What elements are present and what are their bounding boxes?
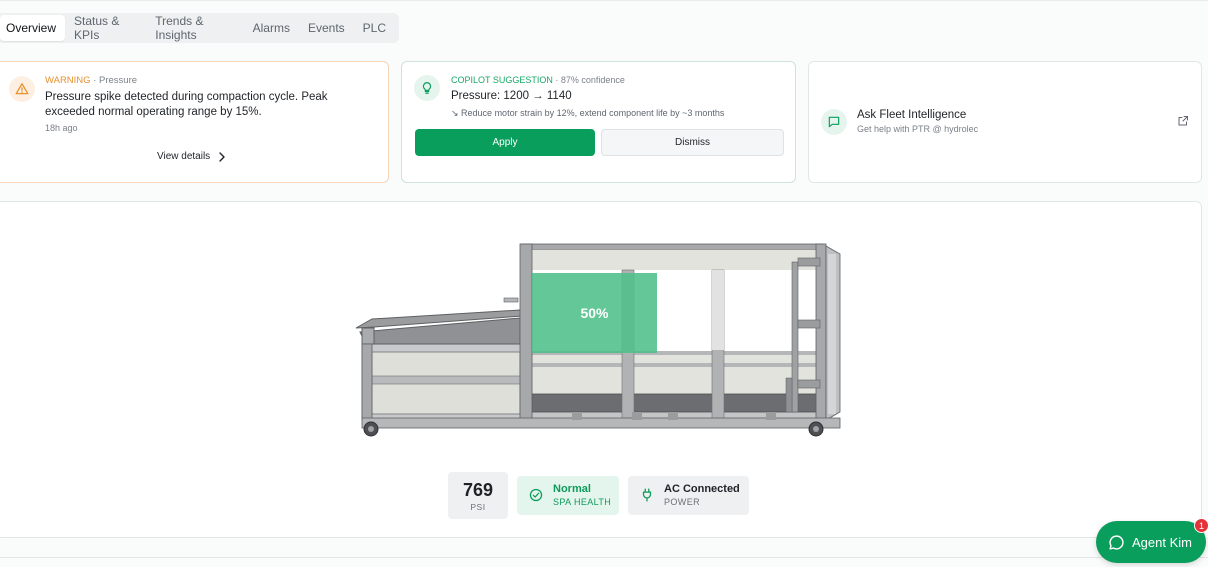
tab-status-kpis[interactable]: Status & KPIs: [65, 14, 146, 42]
copilot-label: COPILOT SUGGESTION: [451, 75, 553, 85]
compactor-main-post: [519, 243, 533, 421]
warning-level: WARNING: [45, 75, 91, 86]
top-divider: [0, 0, 1208, 1]
compactor-hydraulic-rod: [791, 261, 799, 413]
compactor-post-3: [712, 270, 724, 350]
notification-badge: 1: [1194, 518, 1208, 533]
bottom-panel-edge: [0, 557, 1208, 567]
compactor-foot-1: [572, 412, 582, 420]
pressure-value: 769: [462, 480, 494, 500]
compactor-foot-3: [668, 412, 678, 420]
warning-message: Pressure spike detected during compactio…: [45, 91, 328, 118]
compactor-right-post: [815, 243, 827, 421]
warning-time: 18h ago: [45, 123, 78, 133]
tab-alarms[interactable]: Alarms: [244, 15, 299, 41]
view-details-label: View details: [157, 151, 211, 162]
warning-header: WARNING · Pressure: [45, 75, 137, 86]
fleet-title: Ask Fleet Intelligence: [857, 109, 967, 121]
compactor-hinge-2: [797, 319, 821, 329]
compactor-left-post: [361, 343, 373, 421]
compactor-hinge-3: [797, 379, 821, 389]
compactor-lower-rail: [532, 363, 818, 367]
compactor-wheel-right-hub: [813, 426, 819, 432]
compactor-left-rail: [371, 375, 521, 385]
fleet-subtitle: Get help with PTR @ hydrolec: [857, 124, 979, 134]
plug-icon: [642, 488, 652, 502]
agent-chat-button[interactable]: Agent Kim: [1096, 521, 1206, 563]
power-stat: AC Connected POWER: [628, 476, 749, 515]
tab-trends-insights[interactable]: Trends & Insights: [146, 14, 243, 42]
check-circle-icon: [529, 488, 543, 502]
dismiss-button[interactable]: Dismiss: [601, 129, 784, 156]
pressure-stat: 769 PSI: [448, 472, 508, 519]
compactor-diagram: 50%: [355, 243, 841, 437]
warning-triangle-icon: [9, 76, 35, 102]
warning-card: WARNING · Pressure Pressure spike detect…: [0, 61, 389, 183]
tab-overview[interactable]: Overview: [0, 15, 66, 41]
copilot-header: COPILOT SUGGESTION · 87% confidence: [451, 75, 625, 85]
compactor-door-inner: [828, 254, 836, 414]
compactor-upper-band: [532, 250, 818, 270]
warning-category: · Pressure: [93, 75, 138, 86]
copilot-suggestion-card: COPILOT SUGGESTION · 87% confidence Pres…: [401, 61, 796, 183]
lightbulb-icon: [414, 75, 440, 101]
agent-label: Agent Kim: [1132, 534, 1192, 550]
tab-plc[interactable]: PLC: [354, 15, 395, 41]
tab-events[interactable]: Events: [299, 15, 354, 41]
pressure-unit: PSI: [470, 502, 486, 512]
copilot-detail: ↘ Reduce motor strain by 12%, extend com…: [451, 108, 725, 118]
fleet-intelligence-card[interactable]: Ask Fleet Intelligence Get help with PTR…: [808, 61, 1202, 183]
compactor-top-rail: [521, 243, 823, 251]
compactor-hinge-1: [797, 257, 821, 267]
external-link-icon[interactable]: [1177, 115, 1189, 127]
power-label: POWER: [664, 497, 701, 507]
spa-health-stat: Normal SPA HEALTH: [517, 476, 619, 515]
view-details-link[interactable]: View details: [157, 151, 226, 162]
spa-health-value: Normal: [553, 483, 591, 495]
copilot-title: Pressure: 1200 → 1140: [451, 90, 572, 102]
spa-health-label: SPA HEALTH: [553, 497, 612, 507]
compactor-foot-4: [766, 412, 776, 420]
tab-bar: Overview Status & KPIs Trends & Insights…: [0, 13, 399, 43]
copilot-confidence: · 87% confidence: [555, 75, 625, 85]
compactor-chute-pin: [503, 297, 519, 303]
chat-icon: [821, 109, 847, 135]
compactor-lower-chamber: [531, 351, 819, 397]
compactor-foot-2: [632, 412, 642, 420]
compactor-wheel-left-hub: [368, 426, 374, 432]
compactor-cylinder: [785, 377, 793, 413]
power-value: AC Connected: [664, 483, 740, 495]
apply-button[interactable]: Apply: [415, 129, 595, 156]
chevron-right-icon: [219, 151, 225, 162]
fill-level-label: 50%: [580, 305, 609, 321]
compactor-base-plate: [531, 393, 819, 413]
chat-bubble-icon: [1109, 534, 1124, 550]
